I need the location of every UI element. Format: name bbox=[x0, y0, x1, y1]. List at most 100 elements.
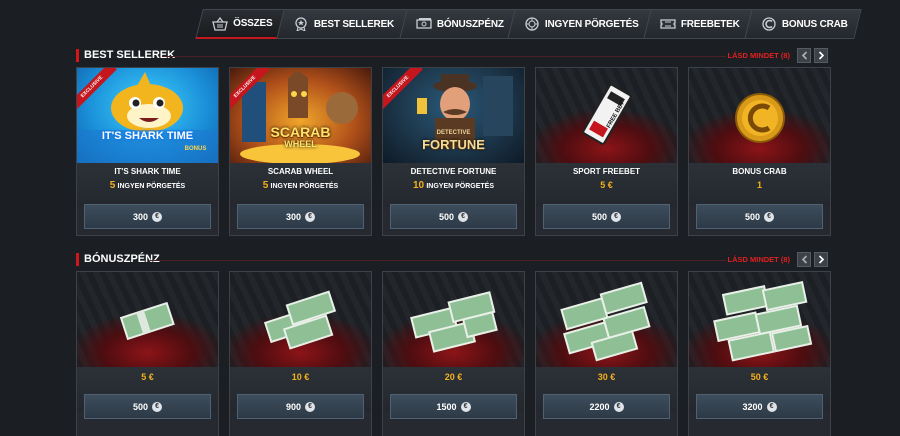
crab-coin-icon bbox=[761, 17, 777, 31]
section-title: BEST SELLEREK bbox=[84, 49, 176, 61]
prev-arrow-button[interactable] bbox=[797, 48, 811, 63]
product-card[interactable]: EXCLUSIVE SCARAB WHEEL SCARAB WHEEL 5 IN… bbox=[229, 67, 372, 236]
coin-icon: € bbox=[611, 211, 622, 222]
card-amount: 1 bbox=[756, 180, 762, 190]
next-arrow-button[interactable] bbox=[814, 252, 828, 267]
game-logo-text: SCARAB bbox=[270, 124, 331, 140]
price-button[interactable]: 3200 € bbox=[696, 394, 823, 419]
card-title: IT'S SHARK TIME bbox=[114, 167, 181, 176]
product-thumbnail bbox=[230, 272, 371, 367]
coin-icon: € bbox=[305, 211, 316, 222]
tab-best-sellers[interactable]: BEST SELLEREK bbox=[276, 9, 409, 39]
price-button[interactable]: 900 € bbox=[237, 394, 364, 419]
product-card[interactable]: FREE BET SPORT FREEBET 5 € 500 € bbox=[535, 67, 678, 236]
card-amount: 50 € bbox=[750, 372, 769, 382]
price-button[interactable]: 500 € bbox=[390, 204, 517, 229]
product-thumbnail: FREE BET bbox=[536, 68, 677, 163]
product-card[interactable]: EXCLUSIVE IT'S SHARK TIME BONUS IT'S SHA… bbox=[76, 67, 219, 236]
tab-freebets[interactable]: FREEBETEK bbox=[643, 9, 754, 39]
game-logo-subtext: FORTUNE bbox=[422, 137, 485, 152]
card-amount: 10 € bbox=[291, 372, 310, 382]
product-card[interactable]: 20 € 1500 € bbox=[382, 271, 525, 436]
coin-icon: € bbox=[458, 211, 469, 222]
card-info: SCARAB WHEEL 5 INGYEN PÖRGETÉS bbox=[230, 163, 371, 207]
see-all-link[interactable]: LÁSD MINDET (8) bbox=[728, 255, 791, 264]
product-thumbnail bbox=[383, 272, 524, 367]
price-button[interactable]: 1500 € bbox=[390, 394, 517, 419]
product-card[interactable]: 5 € 500 € bbox=[76, 271, 219, 436]
tab-free-spins[interactable]: INGYEN PÖRGETÉS bbox=[507, 9, 653, 39]
product-cards: EXCLUSIVE IT'S SHARK TIME BONUS IT'S SHA… bbox=[76, 67, 831, 236]
tab-label: INGYEN PÖRGETÉS bbox=[545, 18, 640, 30]
price-value: 300 bbox=[285, 211, 302, 222]
coin-icon: € bbox=[766, 401, 777, 412]
card-info: DETECTIVE FORTUNE 10 INGYEN PÖRGETÉS bbox=[383, 163, 524, 207]
prev-arrow-button[interactable] bbox=[797, 252, 811, 267]
crab-coin-art-icon bbox=[735, 93, 785, 143]
cash-stack-icon bbox=[410, 291, 498, 353]
coin-icon: € bbox=[152, 401, 163, 412]
game-logo-text: IT'S SHARK TIME bbox=[101, 130, 194, 142]
cash-stack-icon bbox=[263, 290, 337, 350]
tab-osszes[interactable]: ÖSSZES bbox=[195, 9, 287, 39]
chevron-right-icon bbox=[818, 51, 824, 60]
tab-bonus-crab[interactable]: BONUS CRAB bbox=[744, 9, 862, 39]
tab-label: BEST SELLEREK bbox=[314, 18, 395, 30]
product-card[interactable]: 10 € 900 € bbox=[229, 271, 372, 436]
product-card[interactable]: 50 € 3200 € bbox=[688, 271, 831, 436]
price-value: 900 bbox=[285, 401, 302, 412]
price-button[interactable]: 300 € bbox=[84, 204, 211, 229]
spins-label: INGYEN PÖRGETÉS bbox=[117, 183, 186, 190]
price-button[interactable]: 300 € bbox=[237, 204, 364, 229]
price-value: 300 bbox=[132, 211, 149, 222]
price-value: 500 bbox=[132, 401, 149, 412]
game-logo-subtext: WHEEL bbox=[284, 139, 317, 149]
coin-icon: € bbox=[152, 211, 163, 222]
price-button[interactable]: 500 € bbox=[84, 394, 211, 419]
price-button[interactable]: 500 € bbox=[696, 204, 823, 229]
card-info: BONUS CRAB 1 bbox=[689, 163, 830, 207]
spins-number: 5 bbox=[109, 180, 116, 191]
product-thumbnail bbox=[689, 272, 830, 367]
coin-icon: € bbox=[460, 401, 471, 412]
chevron-right-icon bbox=[818, 255, 824, 264]
cash-icon bbox=[415, 17, 432, 31]
price-button[interactable]: 500 € bbox=[543, 204, 670, 229]
tab-label: ÖSSZES bbox=[233, 18, 273, 29]
card-amount: 5 € bbox=[600, 180, 613, 190]
spins-number: 10 bbox=[412, 180, 425, 191]
category-tabs: ÖSSZES BEST SELLEREK BÓNUSZPÉNZ INGYEN P… bbox=[195, 9, 862, 39]
best-sellers-section: BEST SELLEREK LÁSD MINDET (8) EXCLUSIVE … bbox=[76, 47, 831, 236]
spins-number: 5 bbox=[262, 180, 269, 191]
product-card[interactable]: 30 € 2200 € bbox=[535, 271, 678, 436]
see-all-link[interactable]: LÁSD MINDET (8) bbox=[728, 51, 791, 60]
game-logo-text: DETECTIVE bbox=[436, 130, 471, 136]
card-title: SPORT FREEBET bbox=[572, 167, 641, 176]
next-arrow-button[interactable] bbox=[814, 48, 828, 63]
section-divider bbox=[162, 56, 726, 57]
free-spins-count: 5 INGYEN PÖRGETÉS bbox=[230, 180, 371, 191]
price-value: 1500 bbox=[436, 401, 457, 412]
freebet-ticket-icon bbox=[582, 83, 632, 145]
price-value: 500 bbox=[591, 211, 608, 222]
price-value: 500 bbox=[438, 211, 455, 222]
spins-label: INGYEN PÖRGETÉS bbox=[426, 183, 495, 190]
free-spins-count: 5 INGYEN PÖRGETÉS bbox=[77, 180, 218, 191]
spins-label: INGYEN PÖRGETÉS bbox=[270, 183, 339, 190]
medal-icon bbox=[293, 17, 309, 31]
game-thumbnail: EXCLUSIVE SCARAB WHEEL bbox=[230, 68, 371, 163]
price-button[interactable]: 2200 € bbox=[543, 394, 670, 419]
cash-stack-icon bbox=[560, 281, 651, 362]
card-title: DETECTIVE FORTUNE bbox=[410, 167, 497, 176]
spin-icon bbox=[524, 17, 540, 31]
basket-icon bbox=[212, 16, 228, 31]
ticket-icon bbox=[660, 17, 676, 31]
product-thumbnail bbox=[536, 272, 677, 367]
section-accent-bar bbox=[76, 253, 79, 266]
product-card[interactable]: EXCLUSIVE DETECTIVE FORTUNE DETECTIVE FO… bbox=[382, 67, 525, 236]
game-logo-subtext: BONUS bbox=[184, 146, 207, 152]
tab-label: FREEBETEK bbox=[681, 18, 740, 30]
product-card[interactable]: BONUS CRAB 1 500 € bbox=[688, 67, 831, 236]
product-thumbnail bbox=[689, 68, 830, 163]
tab-bonus-money[interactable]: BÓNUSZPÉNZ bbox=[398, 9, 518, 39]
